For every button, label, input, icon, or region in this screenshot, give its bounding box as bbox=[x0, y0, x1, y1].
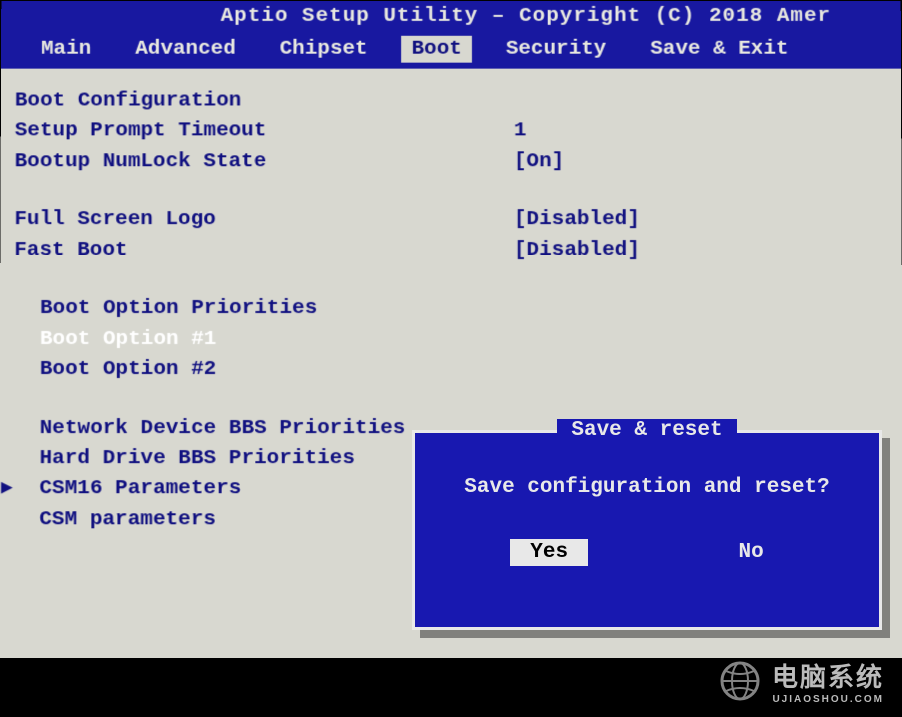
boot-option-1-row[interactable]: Boot Option #1 bbox=[14, 325, 892, 355]
boot-option-2-label: Boot Option #2 bbox=[40, 355, 540, 385]
boot-option-1-label: Boot Option #1 bbox=[40, 325, 540, 355]
watermark-brand: 电脑系统 bbox=[772, 662, 884, 692]
tab-main[interactable]: Main bbox=[31, 36, 101, 63]
save-reset-dialog: Save & reset Save configuration and rese… bbox=[412, 430, 882, 630]
fast-boot-label: Fast Boot bbox=[14, 236, 514, 266]
setup-prompt-timeout-label: Setup Prompt Timeout bbox=[15, 117, 514, 147]
watermark-url: UJIAOSHOU.COM bbox=[772, 694, 884, 705]
fast-boot-row[interactable]: Fast Boot [Disabled] bbox=[14, 236, 892, 266]
tab-chipset[interactable]: Chipset bbox=[270, 36, 378, 63]
full-screen-logo-row[interactable]: Full Screen Logo [Disabled] bbox=[14, 205, 891, 235]
setup-prompt-timeout-row[interactable]: Setup Prompt Timeout 1 bbox=[15, 117, 892, 147]
dialog-title: Save & reset bbox=[557, 419, 736, 442]
tab-security[interactable]: Security bbox=[496, 36, 617, 63]
dialog-yes-button[interactable]: Yes bbox=[510, 539, 588, 566]
tab-boot[interactable]: Boot bbox=[402, 36, 472, 63]
tab-advanced[interactable]: Advanced bbox=[125, 36, 246, 63]
numlock-value: [On] bbox=[514, 147, 564, 177]
fast-boot-value: [Disabled] bbox=[514, 236, 640, 266]
bios-tabs: Main Advanced Chipset Boot Security Save… bbox=[1, 30, 901, 69]
tab-save-exit[interactable]: Save & Exit bbox=[640, 36, 798, 63]
section-boot-priorities: Boot Option Priorities bbox=[14, 294, 892, 324]
full-screen-logo-value: [Disabled] bbox=[514, 205, 640, 235]
watermark: 电脑系统 UJIAOSHOU.COM bbox=[718, 657, 884, 705]
bios-title: Aptio Setup Utility – Copyright (C) 2018… bbox=[11, 5, 831, 28]
dialog-message: Save configuration and reset? bbox=[415, 456, 879, 529]
setup-prompt-timeout-value: 1 bbox=[514, 117, 527, 147]
bios-title-bar: Aptio Setup Utility – Copyright (C) 2018… bbox=[1, 1, 901, 30]
full-screen-logo-label: Full Screen Logo bbox=[14, 205, 514, 235]
boot-option-2-row[interactable]: Boot Option #2 bbox=[14, 355, 892, 385]
globe-icon bbox=[718, 659, 762, 703]
numlock-row[interactable]: Bootup NumLock State [On] bbox=[15, 147, 892, 177]
section-boot-config: Boot Configuration bbox=[15, 87, 891, 117]
numlock-label: Bootup NumLock State bbox=[15, 147, 514, 177]
dialog-no-button[interactable]: No bbox=[719, 539, 784, 566]
